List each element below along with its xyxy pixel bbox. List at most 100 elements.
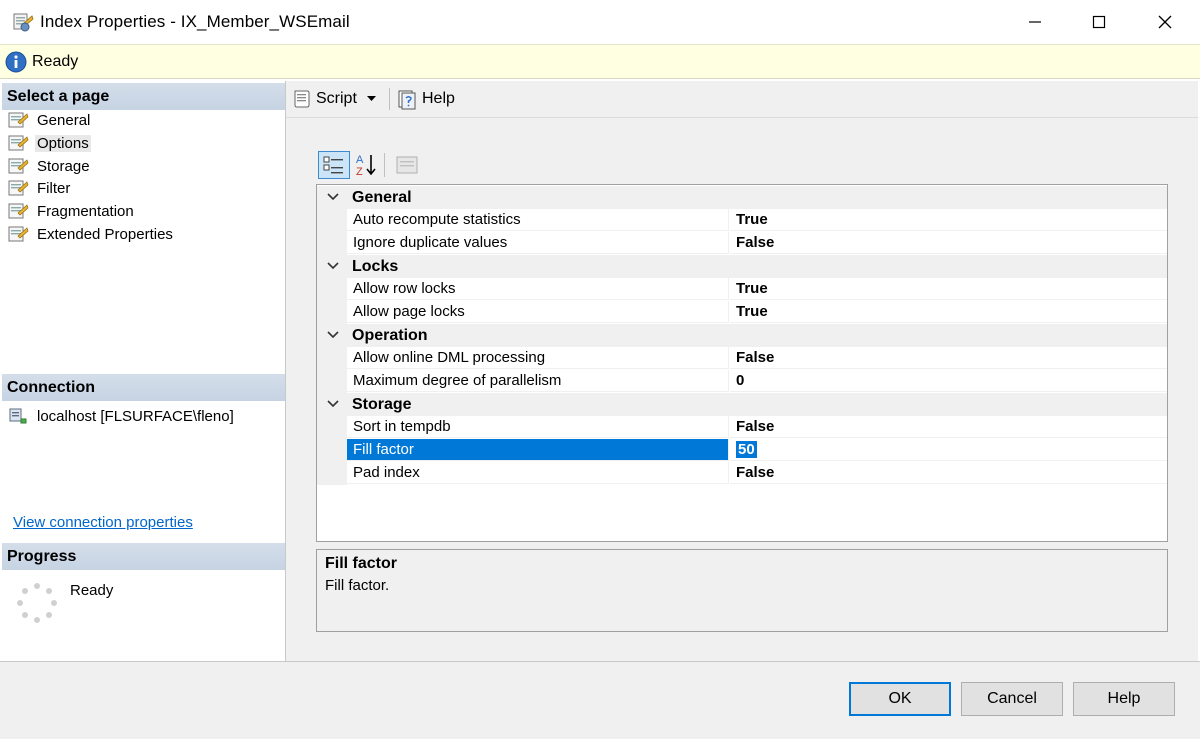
page-icon <box>8 158 29 174</box>
property-name: Allow page locks <box>347 301 729 323</box>
server-connection-icon <box>9 408 27 424</box>
svg-text:A: A <box>356 154 364 166</box>
property-value[interactable]: False <box>730 462 1167 484</box>
property-name: Ignore duplicate values <box>347 232 729 254</box>
property-row-selected[interactable]: Fill factor 50 <box>317 439 1167 462</box>
page-item-extended-properties[interactable]: Extended Properties <box>8 223 173 245</box>
minimize-button[interactable] <box>1002 0 1068 44</box>
page-item-label: Fragmentation <box>37 202 134 220</box>
ok-button[interactable]: OK <box>849 682 951 716</box>
status-bar: Ready <box>0 44 1200 79</box>
property-name: Auto recompute statistics <box>347 209 729 231</box>
maximize-icon <box>1092 15 1106 29</box>
row-gutter <box>317 462 347 485</box>
page-item-label: General <box>37 111 91 129</box>
page-item-storage[interactable]: Storage <box>8 155 90 177</box>
toolbar-separator <box>384 153 385 177</box>
description-panel: Fill factor Fill factor. <box>316 549 1168 632</box>
property-value[interactable]: False <box>730 232 1167 254</box>
property-name: Allow row locks <box>347 278 729 300</box>
title-bar: Index Properties - IX_Member_WSEmail <box>0 0 1200 44</box>
page-icon <box>8 180 29 196</box>
alphabetical-sort-icon[interactable]: A Z <box>354 151 380 179</box>
page-item-label: Extended Properties <box>37 225 173 243</box>
script-button[interactable]: Script <box>291 86 376 112</box>
chevron-down-icon[interactable] <box>326 397 340 411</box>
category-general[interactable]: General <box>317 186 1167 209</box>
property-row[interactable]: Maximum degree of parallelism 0 <box>317 370 1167 393</box>
help-icon <box>398 90 416 110</box>
property-pages-icon <box>396 156 418 174</box>
page-item-label: Filter <box>37 179 71 197</box>
property-row[interactable]: Auto recompute statistics True <box>317 209 1167 232</box>
category-storage[interactable]: Storage <box>317 393 1167 416</box>
property-value[interactable]: True <box>730 209 1167 231</box>
page-icon <box>8 135 29 151</box>
row-gutter <box>317 370 347 393</box>
property-row[interactable]: Allow online DML processing False <box>317 347 1167 370</box>
chevron-down-icon[interactable] <box>326 190 340 204</box>
progress-spinner-icon <box>17 583 57 623</box>
toolbar-separator <box>389 88 390 110</box>
row-gutter <box>317 209 347 232</box>
page-icon <box>8 203 29 219</box>
property-value[interactable]: True <box>730 301 1167 323</box>
left-panel: Select a page General Options Storage Fi… <box>2 81 286 661</box>
property-value[interactable]: False <box>730 416 1167 438</box>
view-connection-properties-link[interactable]: View connection properties <box>13 514 193 531</box>
property-value[interactable]: 0 <box>730 370 1167 392</box>
row-gutter <box>317 301 347 324</box>
property-value[interactable]: False <box>730 347 1167 369</box>
window-title: Index Properties - IX_Member_WSEmail <box>40 12 350 31</box>
help-label: Help <box>422 90 455 107</box>
row-gutter <box>317 232 347 255</box>
property-row[interactable]: Ignore duplicate values False <box>317 232 1167 255</box>
property-row[interactable]: Pad index False <box>317 462 1167 485</box>
category-label: Operation <box>352 327 428 344</box>
category-locks[interactable]: Locks <box>317 255 1167 278</box>
property-name: Pad index <box>347 462 729 484</box>
info-icon <box>5 51 27 73</box>
svg-text:Z: Z <box>356 166 363 178</box>
row-gutter <box>317 347 347 370</box>
close-icon <box>1158 15 1172 29</box>
row-gutter <box>317 278 347 301</box>
category-label: General <box>352 189 412 206</box>
row-gutter <box>317 416 347 439</box>
page-icon <box>8 112 29 128</box>
progress-status: Ready <box>70 582 114 599</box>
chevron-down-icon[interactable] <box>326 328 340 342</box>
maximize-button[interactable] <box>1066 0 1132 44</box>
connection-name: localhost [FLSURFACE\fleno] <box>37 407 234 425</box>
page-item-options[interactable]: Options <box>8 132 91 154</box>
connection-header: Connection <box>2 374 285 401</box>
property-name: Allow online DML processing <box>347 347 729 369</box>
help-button[interactable]: Help <box>396 86 455 112</box>
property-grid: General Auto recompute statistics True I… <box>316 184 1168 542</box>
chevron-down-icon[interactable] <box>326 259 340 273</box>
category-label: Storage <box>352 396 412 413</box>
categorized-view-icon[interactable] <box>318 151 350 179</box>
cancel-button[interactable]: Cancel <box>961 682 1063 716</box>
description-title: Fill factor <box>325 555 398 572</box>
dialog-button-bar: OK Cancel Help <box>0 661 1200 739</box>
close-button[interactable] <box>1132 0 1198 44</box>
right-panel: Script Help A Z General Auto recompute s… <box>286 81 1198 661</box>
property-name: Fill factor <box>347 439 729 461</box>
page-item-filter[interactable]: Filter <box>8 177 70 199</box>
property-row[interactable]: Allow page locks True <box>317 301 1167 324</box>
property-value[interactable]: True <box>730 278 1167 300</box>
status-text: Ready <box>32 53 79 70</box>
page-item-label: Options <box>35 134 91 152</box>
property-row[interactable]: Sort in tempdb False <box>317 416 1167 439</box>
help-dialog-button[interactable]: Help <box>1073 682 1175 716</box>
page-item-general[interactable]: General <box>8 109 90 131</box>
category-operation[interactable]: Operation <box>317 324 1167 347</box>
connection-item: localhost [FLSURFACE\fleno] <box>8 405 234 427</box>
index-properties-icon <box>13 13 34 32</box>
description-text: Fill factor. <box>325 577 390 594</box>
property-value-input[interactable]: 50 <box>730 439 1167 461</box>
property-row[interactable]: Allow row locks True <box>317 278 1167 301</box>
page-item-fragmentation[interactable]: Fragmentation <box>8 200 134 222</box>
dropdown-arrow-icon[interactable] <box>366 96 376 102</box>
